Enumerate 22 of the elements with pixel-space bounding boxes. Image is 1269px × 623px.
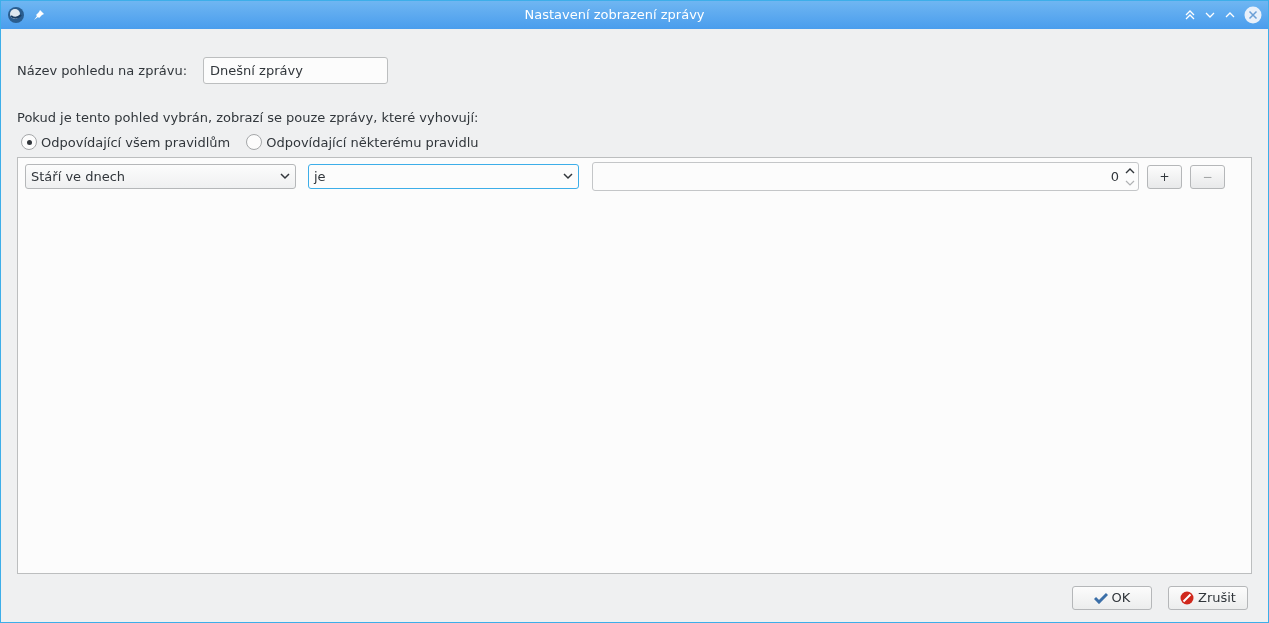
match-caption: Pokud je tento pohled vybrán, zobrazí se pouze zprávy, které vyhovují: [17, 109, 480, 127]
window-title: Nastavení zobrazení zprávy [523, 6, 706, 25]
pin-icon[interactable] [33, 9, 45, 21]
close-icon[interactable] [1244, 6, 1262, 24]
cancel-button[interactable]: Zrušit [1168, 586, 1248, 610]
radio-label: Odpovídající některému pravidlu [266, 133, 479, 152]
add-rule-button[interactable]: + [1147, 164, 1182, 189]
keep-above-icon[interactable] [1184, 9, 1196, 21]
name-label: Název pohledu na zprávu: [17, 61, 188, 80]
radio-label: Odpovídající všem pravidlům [41, 133, 231, 152]
app-logo-icon [7, 6, 25, 24]
dropdown-caret-icon [563, 173, 573, 180]
number-spinbox[interactable]: 0 [592, 162, 1139, 191]
radio-button[interactable] [21, 134, 37, 151]
operator-dropdown[interactable]: je [308, 164, 579, 189]
ok-button[interactable]: OK [1072, 586, 1152, 610]
cancel-icon [1180, 591, 1194, 605]
dropdown-caret-icon [280, 173, 290, 180]
check-icon [1093, 592, 1108, 604]
name-input-field[interactable]: Dnešní zprávy [203, 57, 389, 84]
field-dropdown[interactable]: Stáří ve dnech [25, 164, 296, 189]
radio-button[interactable] [246, 134, 263, 151]
